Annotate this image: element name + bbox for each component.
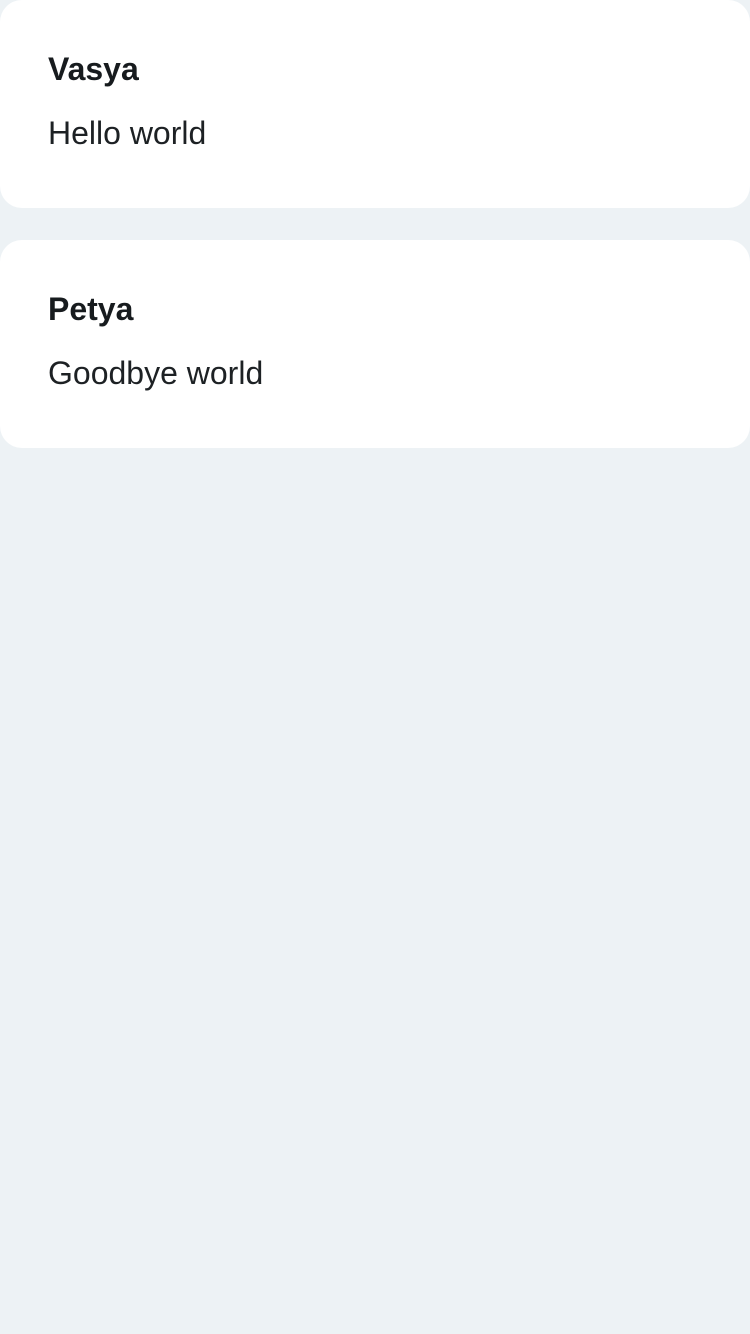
post-card[interactable]: Vasya Hello world	[0, 0, 750, 208]
post-text: Goodbye world	[48, 355, 264, 391]
post-author: Vasya	[48, 51, 139, 87]
post-feed: Vasya Hello world Petya Goodbye world	[0, 0, 750, 480]
post-card[interactable]: Petya Goodbye world	[0, 240, 750, 448]
post-text: Hello world	[48, 115, 207, 151]
post-author: Petya	[48, 291, 134, 327]
